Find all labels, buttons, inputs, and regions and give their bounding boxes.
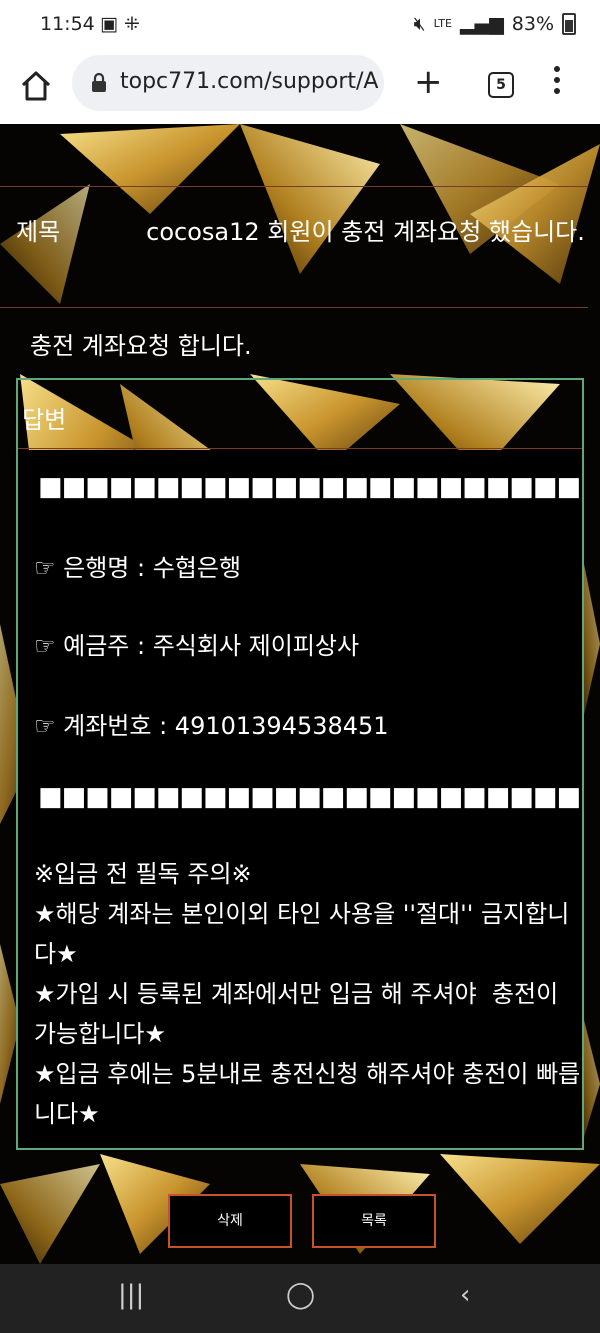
answer-title: 답변 (22, 406, 67, 434)
status-bar: 11:54 ▣ ⁜ 🔇︎ LTE ▂▄▆ 83% (0, 0, 600, 50)
url-text: topc771.com/support/A (120, 69, 379, 94)
deposit-notice: ※입금 전 필독 주의※ ★해당 계좌는 본인이외 타인 사용을 ''절대'' … (34, 854, 582, 1134)
lock-icon (92, 73, 106, 92)
bank-name: ☞ 은행명 : 수협은행 (34, 554, 242, 582)
delete-button[interactable]: 삭제 (168, 1194, 292, 1248)
answer-content: ■■■■■■■■■■■■■■■■■■■■■■■■■■ ☞ 은행명 : 수협은행 … (18, 450, 582, 1148)
notice-line: ★해당 계좌는 본인이외 타인 사용을 ''절대'' 금지합니다★ (34, 900, 570, 968)
battery-icon (562, 13, 576, 35)
status-right: 🔇︎ LTE ▂▄▆ 83% (414, 13, 576, 35)
back-icon[interactable]: ‹ (460, 1280, 470, 1310)
home-icon[interactable] (18, 68, 54, 104)
subject-text: cocosa12 회원이 충전 계좌요청 했습니다. (146, 218, 585, 246)
app-grid-icon: ⁜ (123, 13, 140, 35)
signal-icon: ▂▄▆ (459, 13, 504, 35)
subject-row: 제목 cocosa12 회원이 충전 계좌요청 했습니다. (0, 186, 588, 308)
notice-line: ※입금 전 필독 주의※ (34, 860, 252, 888)
status-time: 11:54 (40, 13, 95, 35)
mute-icon: 🔇︎ (413, 13, 426, 35)
android-nav-bar: ||| ◯ ‹ (0, 1264, 600, 1333)
answer-divider (18, 448, 582, 449)
account-number: ☞ 계좌번호 : 49101394538451 (34, 712, 389, 740)
notification-icons: ▣ ⁜ (100, 13, 140, 35)
post-body: 충전 계좌요청 합니다. (30, 332, 252, 360)
list-button[interactable]: 목록 (312, 1194, 436, 1248)
home-nav-icon[interactable]: ◯ (286, 1280, 315, 1310)
tab-switcher-button[interactable]: 5 (488, 72, 514, 98)
lte-label: LTE (433, 17, 452, 30)
notice-line: ★가입 시 등록된 계좌에서만 입금 해 주셔야 충전이 가능합니다★ (34, 980, 566, 1048)
square-separator-bottom: ■■■■■■■■■■■■■■■■■■■■■■■■■■ (38, 782, 582, 812)
battery-percent: 83% (511, 13, 554, 35)
answer-box: 답변 ■■■■■■■■■■■■■■■■■■■■■■■■■■ ☞ 은행명 : 수협… (16, 378, 584, 1150)
more-menu-icon[interactable] (550, 66, 564, 100)
account-holder: ☞ 예금주 : 주식회사 제이피상사 (34, 632, 360, 660)
browser-toolbar: topc771.com/support/A + 5 (0, 50, 600, 125)
notice-line: ★입금 후에는 5분내로 충전신청 해주셔야 충전이 빠릅니다★ (34, 1060, 581, 1128)
subject-label: 제목 (16, 218, 61, 246)
subject: 제목 cocosa12 회원이 충전 계좌요청 했습니다. (16, 213, 586, 251)
new-tab-button[interactable]: + (414, 62, 443, 102)
square-separator-top: ■■■■■■■■■■■■■■■■■■■■■■■■■■ (38, 472, 582, 502)
address-bar[interactable]: topc771.com/support/A (72, 55, 384, 111)
recent-apps-icon[interactable]: ||| (118, 1280, 144, 1310)
gallery-icon: ▣ (100, 13, 118, 35)
post-view: 제목 cocosa12 회원이 충전 계좌요청 했습니다. 충전 계좌요청 합니다… (0, 124, 600, 1264)
